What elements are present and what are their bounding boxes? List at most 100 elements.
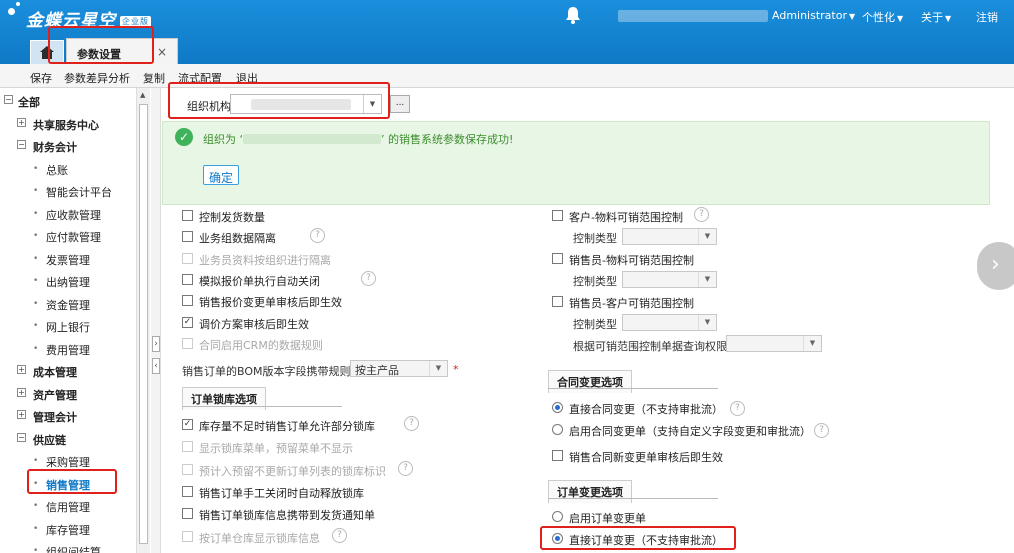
- help-icon[interactable]: ?: [814, 423, 829, 438]
- sidebar-item[interactable]: − 供应链: [0, 428, 136, 450]
- control-type-select[interactable]: ▼: [622, 314, 717, 331]
- user-menu[interactable]: Administrator ▼: [772, 9, 855, 22]
- about-menu[interactable]: 关于 ▼: [921, 9, 951, 25]
- checkbox-icon[interactable]: ✓: [182, 419, 193, 430]
- sidebar-item[interactable]: • 应收款管理: [0, 203, 136, 225]
- bom-rule-select[interactable]: 按主产品 ▼: [350, 360, 448, 377]
- range-query-select[interactable]: ▼: [726, 335, 822, 352]
- org-lookup-button[interactable]: ...: [390, 95, 410, 113]
- sidebar-item-label: 资金管理: [46, 298, 90, 312]
- expand-icon[interactable]: +: [17, 387, 26, 397]
- bullet-icon: •: [33, 546, 39, 553]
- logo-dot-small-icon: [16, 2, 20, 6]
- checkbox-icon[interactable]: [182, 530, 193, 542]
- expand-icon[interactable]: +: [17, 410, 26, 419]
- bell-icon[interactable]: [565, 6, 581, 24]
- sidebar-item[interactable]: + 资产管理: [0, 383, 136, 405]
- checkbox-icon[interactable]: [182, 337, 193, 349]
- section-divider: [548, 498, 718, 499]
- bullet-icon: •: [33, 163, 39, 174]
- control-type-select[interactable]: ▼: [622, 228, 717, 245]
- logo-dot-icon: [8, 8, 15, 15]
- sidebar-item[interactable]: + 共享服务中心: [0, 113, 136, 135]
- diff-analysis-button[interactable]: 参数差异分析: [64, 70, 130, 86]
- chevron-down-icon[interactable]: ▼: [429, 361, 447, 376]
- sidebar-item[interactable]: + 成本管理: [0, 360, 136, 382]
- logout-link[interactable]: 注销: [976, 9, 998, 25]
- checkbox-icon[interactable]: [182, 273, 193, 285]
- sidebar-item-label: 出纳管理: [46, 276, 90, 289]
- sidebar-item[interactable]: • 出纳管理: [0, 270, 136, 292]
- collapse-icon[interactable]: −: [4, 95, 13, 104]
- copy-button[interactable]: 复制: [143, 70, 165, 86]
- chevron-down-icon[interactable]: ▼: [698, 229, 716, 244]
- help-icon[interactable]: ?: [310, 228, 325, 244]
- help-icon[interactable]: ?: [404, 416, 419, 431]
- collapse-left-icon[interactable]: ‹: [152, 358, 160, 374]
- panel-splitter[interactable]: › ‹: [151, 88, 161, 553]
- checkbox-icon[interactable]: [552, 450, 563, 461]
- close-icon[interactable]: ×: [157, 45, 167, 59]
- scroll-thumb[interactable]: [139, 104, 148, 544]
- chevron-down-icon[interactable]: ▼: [698, 272, 716, 287]
- chevron-down-icon[interactable]: ▼: [803, 336, 821, 351]
- section-title-contract: 合同变更选项: [548, 370, 632, 393]
- sidebar-item[interactable]: + 管理会计: [0, 405, 136, 427]
- confirm-button[interactable]: 确定: [203, 165, 240, 185]
- control-type-select[interactable]: ▼: [622, 271, 717, 288]
- help-icon[interactable]: ?: [694, 207, 709, 222]
- save-button[interactable]: 保存: [30, 70, 52, 86]
- sidebar-item-label: 网上银行: [46, 321, 90, 334]
- checkbox-icon[interactable]: [182, 295, 193, 307]
- sidebar-item[interactable]: • 发票管理: [0, 248, 136, 270]
- radio-icon[interactable]: [552, 424, 563, 435]
- highlight-sales-box: [27, 469, 117, 494]
- checkbox-icon[interactable]: [552, 210, 563, 221]
- option-label: 销售订单手工关闭时自动释放锁库: [199, 486, 364, 500]
- sidebar-item[interactable]: • 智能会计平台: [0, 180, 136, 202]
- checkbox-icon[interactable]: [182, 441, 193, 453]
- sidebar-item[interactable]: • 应付款管理: [0, 225, 136, 247]
- sidebar-item[interactable]: − 全部: [0, 90, 136, 112]
- chevron-down-icon[interactable]: ▼: [698, 315, 716, 330]
- checkbox-icon[interactable]: [182, 485, 193, 497]
- collapse-icon[interactable]: −: [17, 432, 26, 442]
- option-label: 显示锁库菜单，预留菜单不显示: [199, 442, 353, 456]
- option-label: 启用合同变更单（支持自定义字段变更和审批流）: [569, 425, 811, 438]
- help-icon[interactable]: ?: [730, 401, 745, 416]
- expand-right-icon[interactable]: ›: [152, 336, 160, 352]
- sidebar-item[interactable]: • 总账: [0, 158, 136, 180]
- sidebar-item[interactable]: • 组织间结算: [0, 540, 136, 553]
- scroll-up-icon[interactable]: ▲: [140, 91, 145, 99]
- checkbox-icon[interactable]: ✓: [182, 316, 193, 328]
- collapse-icon[interactable]: −: [17, 140, 26, 149]
- sidebar-item-label: 共享服务中心: [33, 118, 99, 132]
- radio-icon[interactable]: [552, 402, 563, 413]
- sidebar-item[interactable]: • 网上银行: [0, 315, 136, 337]
- sidebar-item-label: 全部: [18, 96, 40, 109]
- checkbox-icon[interactable]: [182, 210, 193, 221]
- expand-icon[interactable]: +: [17, 117, 26, 127]
- sidebar-item[interactable]: • 信用管理: [0, 495, 136, 517]
- checkbox-icon[interactable]: [182, 463, 193, 475]
- bullet-icon: •: [33, 456, 39, 466]
- sidebar-item[interactable]: • 资金管理: [0, 293, 136, 315]
- checkbox-icon[interactable]: [182, 252, 193, 264]
- edition-badge: 企业版: [120, 15, 151, 27]
- expand-icon[interactable]: +: [17, 365, 26, 374]
- sidebar-item[interactable]: • 费用管理: [0, 338, 136, 360]
- checkbox-icon[interactable]: [182, 231, 193, 243]
- sidebar-item[interactable]: • 库存管理: [0, 518, 136, 540]
- help-icon[interactable]: ?: [332, 527, 347, 543]
- checkbox-icon[interactable]: [552, 253, 563, 264]
- next-page-button[interactable]: ›: [977, 242, 1014, 290]
- checkbox-icon[interactable]: [552, 296, 563, 307]
- help-icon[interactable]: ?: [361, 270, 376, 286]
- checkbox-icon[interactable]: [182, 508, 193, 520]
- sidebar-scrollbar[interactable]: ▲: [136, 88, 150, 553]
- personalize-menu[interactable]: 个性化 ▼: [862, 9, 903, 25]
- sidebar-item[interactable]: − 财务会计: [0, 135, 136, 157]
- help-icon[interactable]: ?: [398, 460, 413, 476]
- bullet-icon: •: [33, 523, 39, 534]
- radio-icon[interactable]: [552, 511, 563, 522]
